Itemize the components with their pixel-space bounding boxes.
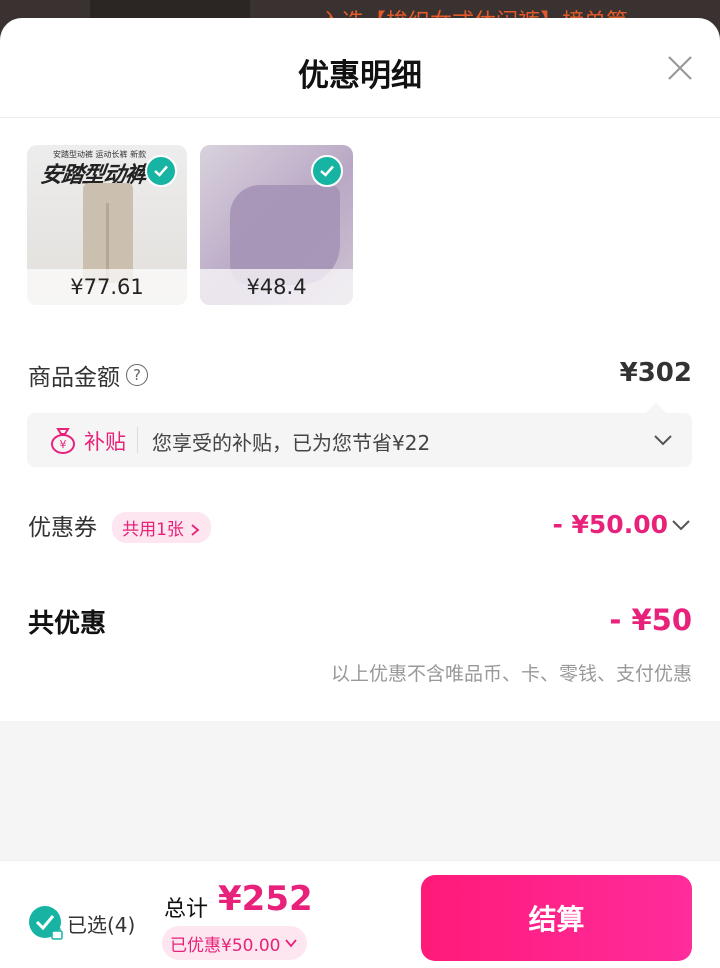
bottom-bar: 已选(4) 总计 ¥252 已优惠¥50.00 结算 (0, 860, 720, 968)
coupon-count-text: 共用1张 (122, 520, 184, 540)
discount-detail-sheet: 优惠明细 安踏型动裤 运动长裤 新款 安踏型动裤 ¥77.61 ¥48.4 商品… (0, 18, 720, 968)
item-price: ¥77.61 (27, 269, 187, 305)
discount-note: 以上优惠不含唯品币、卡、零钱、支付优惠 (330, 663, 692, 685)
money-bag-icon: ¥ (51, 428, 75, 454)
check-icon[interactable] (145, 155, 177, 187)
close-button[interactable] (666, 54, 694, 82)
close-icon (668, 56, 692, 80)
sheet-header: 优惠明细 (0, 18, 720, 118)
chevron-down-icon (672, 519, 690, 530)
empty-area (0, 721, 720, 861)
total-discount-row: 共优惠 - ¥50 (28, 603, 692, 643)
goods-amount-row: 商品金额 ? ¥302 (28, 358, 692, 394)
goods-amount-label: 商品金额 (28, 365, 120, 391)
product-pants-graphic (83, 183, 133, 283)
help-icon[interactable]: ? (126, 364, 148, 386)
coupon-value: - ¥50.00 (552, 510, 668, 539)
subsidy-row[interactable]: ¥ 补贴 您享受的补贴，已为您节省¥22 (27, 403, 692, 467)
subsidy-text: 您享受的补贴，已为您节省¥22 (152, 431, 431, 455)
svg-text:¥: ¥ (60, 438, 67, 451)
chevron-down-icon (285, 939, 298, 948)
coupon-label: 优惠券 (28, 515, 97, 541)
sum-label: 总计 (164, 897, 209, 922)
saved-amount-pill[interactable]: 已优惠¥50.00 (162, 926, 308, 960)
checkout-button[interactable]: 结算 (421, 875, 692, 961)
coupon-value-toggle[interactable]: - ¥50.00 (552, 510, 692, 539)
coupon-count-badge[interactable]: 共用1张 (112, 512, 212, 543)
chevron-down-icon (654, 435, 672, 446)
selected-items-list: 安踏型动裤 运动长裤 新款 安踏型动裤 ¥77.61 ¥48.4 (27, 145, 353, 305)
divider (137, 427, 138, 453)
goods-amount-value: ¥302 (619, 358, 692, 388)
selected-count: 已选(4) (67, 913, 136, 937)
goods-amount-label-wrap: 商品金额 ? (28, 358, 148, 392)
selected-check-lock-icon[interactable] (28, 905, 64, 941)
subsidy-tag: 补贴 (84, 430, 126, 454)
sheet-title: 优惠明细 (298, 58, 422, 94)
item-thumbnail[interactable]: ¥48.4 (200, 145, 353, 305)
item-price: ¥48.4 (200, 269, 353, 305)
total-discount-label: 共优惠 (28, 609, 107, 639)
total-discount-value: - ¥50 (609, 603, 692, 637)
check-icon[interactable] (311, 155, 343, 187)
saved-amount-text: 已优惠¥50.00 (170, 935, 281, 956)
item-thumbnail[interactable]: 安踏型动裤 运动长裤 新款 安踏型动裤 ¥77.61 (27, 145, 187, 305)
sum-value: ¥252 (218, 879, 313, 919)
coupon-row: 优惠券 共用1张 - ¥50.00 (28, 508, 692, 548)
chevron-right-icon (191, 524, 200, 536)
